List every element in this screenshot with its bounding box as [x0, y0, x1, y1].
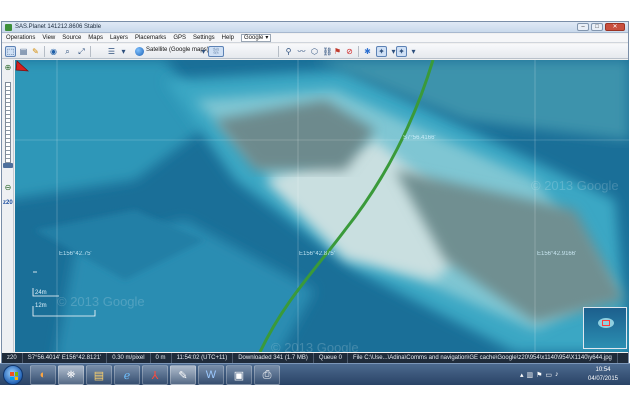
no-entry-icon[interactable]: ⊘	[344, 46, 355, 57]
menu-bar: Operations View Source Maps Layers Place…	[2, 34, 628, 43]
zoom-slider-thumb[interactable]	[3, 163, 13, 168]
menu-gps[interactable]: GPS	[173, 35, 186, 41]
map-copyright-bottom: © 2013 Google	[271, 340, 359, 352]
word-task-icon[interactable]: W	[198, 365, 224, 385]
menu-layers[interactable]: Layers	[110, 35, 128, 41]
grid-label-longitude-right: E156°42.9166'	[537, 251, 577, 257]
ie-task-icon[interactable]: ℯ	[114, 365, 140, 385]
toolbar-separator	[90, 46, 91, 57]
fav-pin-icon[interactable]: ✦	[376, 46, 387, 57]
status-zoom: z20	[2, 353, 23, 363]
explorer-task-icon[interactable]: ▤	[86, 365, 112, 385]
status-coordinates: S7°56.4014' E156°42.8121'	[23, 353, 108, 363]
app-window: SAS.Planet 141212.8606 Stable – □ ✕ Oper…	[1, 21, 629, 363]
tray-flag-icon[interactable]: ⚑	[536, 371, 542, 379]
system-tray: ▴ ▥ ⚑ ▭ ♪	[520, 371, 559, 379]
map-source-icon[interactable]: ☰	[106, 46, 117, 57]
clock-time: 10:54	[595, 367, 611, 373]
status-bar: z20 S7°56.4014' E156°42.8121' 0.30 m/pix…	[2, 353, 628, 363]
status-queue: Queue 0	[314, 353, 348, 363]
chevron-down-icon[interactable]: ▾	[118, 46, 129, 57]
globe-icon[interactable]: ◉	[48, 46, 59, 57]
fav-pin-2-icon[interactable]: ✦	[396, 46, 407, 57]
zoom-sidebar: ⊕ ⊖ z20	[2, 60, 14, 352]
marker-flag-icon[interactable]: ⚑	[332, 46, 343, 57]
map-copyright: © 2013 Google	[57, 294, 145, 309]
menu-placemarks[interactable]: Placemarks	[135, 35, 166, 41]
status-time: 11:54:02 (UTC+11)	[172, 353, 234, 363]
start-button[interactable]	[3, 365, 23, 385]
taskbar: ◐ ⛯ ▤ ℯ ⅄ ✎ W ▣ ⎙ ▴ ▥ ⚑ ▭ ♪ 10:54 04/07/…	[0, 363, 630, 385]
title-bar: SAS.Planet 141212.8606 Stable – □ ✕	[2, 22, 628, 33]
edit-icon[interactable]: ✎	[30, 46, 41, 57]
scale-label-mid: 12m	[35, 303, 47, 309]
zoom-out-icon[interactable]: ⊖	[4, 184, 12, 192]
toolbar-separator	[358, 46, 359, 57]
star-icon[interactable]: ✱	[362, 46, 373, 57]
grid-label-longitude-center: E156°42.875'	[299, 251, 335, 257]
hybrid-layer-icon[interactable]: ⛆	[208, 46, 224, 57]
chevron-down-icon: ▾	[265, 34, 269, 41]
menu-maps[interactable]: Maps	[88, 35, 103, 41]
minimap-viewport-frame[interactable]	[602, 320, 610, 326]
polygon-icon[interactable]: ⬡	[309, 46, 320, 57]
grid-label-latitude: S7°56.4166'	[403, 135, 436, 141]
notepad-task-icon[interactable]: ✎	[170, 365, 196, 385]
clock-date: 04/07/2015	[587, 376, 619, 382]
status-altitude: 0 m	[151, 353, 172, 363]
menu-view[interactable]: View	[42, 35, 55, 41]
tray-arrow-icon[interactable]: ▴	[520, 371, 524, 379]
menu-operations[interactable]: Operations	[6, 35, 35, 41]
printer-task-icon[interactable]: ⎙	[254, 365, 280, 385]
toolbar-separator	[44, 46, 45, 57]
window-title: SAS.Planet 141212.8606 Stable	[15, 24, 102, 30]
path-icon[interactable]: 〰	[296, 46, 307, 57]
zoom-icon[interactable]: ⌕	[62, 46, 73, 57]
window-controls: – □ ✕	[577, 23, 625, 31]
sasplanet-task-icon[interactable]: ⛯	[58, 365, 84, 385]
windows-logo-icon	[10, 372, 18, 380]
map-copyright-right: © 2013 Google	[531, 178, 619, 193]
scale-label-top: 24m	[35, 290, 47, 296]
fullscreen-icon[interactable]: ⤢	[76, 46, 87, 57]
select-rect-icon[interactable]: ⬚	[5, 46, 16, 57]
maximize-button[interactable]: □	[591, 23, 603, 31]
acrobat-task-icon[interactable]: ⅄	[142, 365, 168, 385]
chevron-down-icon[interactable]: ▾	[408, 46, 419, 57]
overview-minimap[interactable]	[583, 307, 627, 349]
layers-dropdown-icon[interactable]: ▤	[18, 46, 29, 57]
status-resolution: 0.30 m/pixel	[107, 353, 151, 363]
grid-label-longitude-left: E156°42.75'	[59, 251, 92, 257]
placemark-icon[interactable]: ⚲	[283, 46, 294, 57]
image-viewer-task-icon[interactable]: ▣	[226, 365, 252, 385]
search-provider-label: Google	[244, 34, 264, 41]
toolbar-separator	[278, 46, 279, 57]
tray-network-icon[interactable]: ▥	[527, 371, 534, 379]
menu-source[interactable]: Source	[62, 35, 81, 41]
status-downloaded: Downloaded 341 (1.7 MB)	[233, 353, 314, 363]
main-toolbar: ⬚ ▤ ✎ ◉ ⌕ ⤢ ☰ ▾ Satellite (Google maps) …	[2, 44, 628, 59]
search-provider-select[interactable]: Google ▾	[241, 34, 272, 42]
menu-help[interactable]: Help	[222, 35, 234, 41]
zoom-level-label: z20	[3, 200, 13, 206]
map-view[interactable]: S7°56.4166' E156°42.75' E156°42.875' E15…	[15, 60, 629, 352]
close-button[interactable]: ✕	[605, 23, 625, 31]
zoom-in-icon[interactable]: ⊕	[4, 64, 12, 72]
app-logo-icon	[5, 24, 12, 31]
tray-monitor-icon[interactable]: ▭	[545, 371, 552, 379]
menu-settings[interactable]: Settings	[193, 35, 215, 41]
tray-volume-icon[interactable]: ♪	[555, 371, 559, 379]
minimize-button[interactable]: –	[577, 23, 589, 31]
taskbar-clock[interactable]: 10:54 04/07/2015	[578, 366, 628, 384]
zoom-slider[interactable]	[5, 82, 11, 166]
firefox-task-icon[interactable]: ◐	[30, 365, 56, 385]
satellite-globe-icon	[135, 47, 144, 56]
status-file-path: File C:\Use...\Adina\Comms and navigatio…	[348, 353, 618, 363]
position-marker-icon[interactable]	[15, 60, 29, 72]
